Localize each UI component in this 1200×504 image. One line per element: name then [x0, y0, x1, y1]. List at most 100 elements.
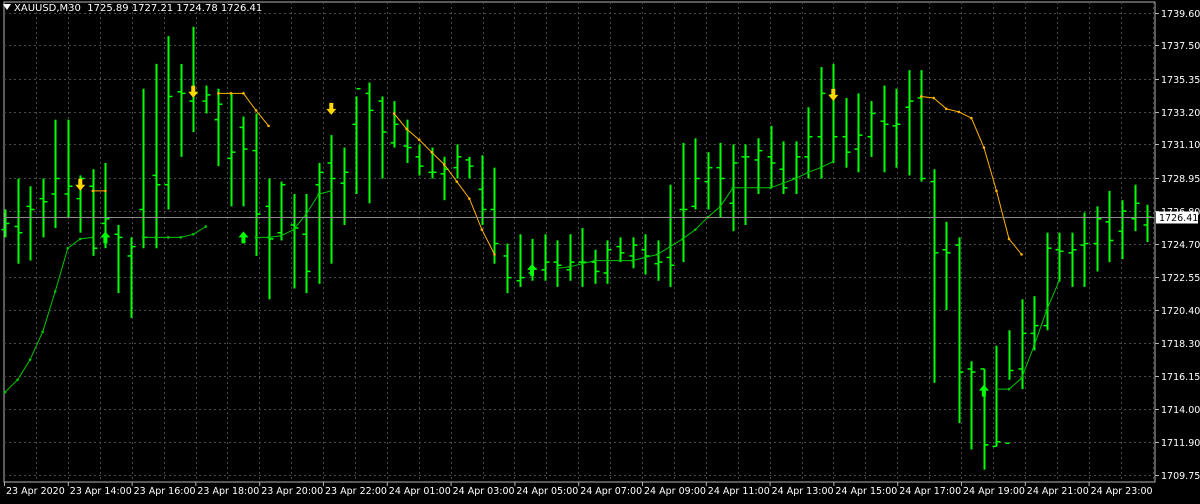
y-tick-label: 1711.90 [1161, 438, 1200, 449]
ohlc-bar[interactable] [465, 156, 474, 179]
trend-line-up-point [3, 390, 7, 394]
ohlc-bar[interactable] [315, 163, 324, 284]
ohlc-bar[interactable] [792, 141, 801, 194]
ohlc-bar[interactable] [666, 184, 675, 287]
ohlc-bar[interactable] [239, 116, 248, 207]
ohlc-bar[interactable] [164, 36, 173, 210]
buy-arrow-icon[interactable] [238, 231, 249, 244]
sell-arrow-icon[interactable] [75, 178, 86, 191]
ohlc-bar[interactable] [691, 138, 700, 210]
ohlc-bar[interactable] [340, 147, 349, 225]
ohlc-bar[interactable] [880, 85, 889, 173]
ohlc-bar[interactable] [390, 101, 399, 148]
price-chart[interactable]: 1739.60 1737.50 1735.35 1733.20 1731.10 1728.… [0, 0, 1200, 500]
ohlc-bar[interactable] [51, 119, 60, 229]
ohlc-bar[interactable] [177, 63, 186, 157]
sell-arrow-icon[interactable] [326, 102, 337, 115]
ohlc-bar[interactable] [704, 152, 713, 210]
trend-line-up-point [179, 236, 182, 239]
ohlc-bar[interactable] [1093, 206, 1102, 272]
trend-line-up-point [606, 259, 609, 262]
ohlc-bar[interactable] [453, 144, 462, 179]
ohlc-bar[interactable] [829, 63, 838, 164]
ohlc-bar[interactable] [654, 240, 663, 281]
ohlc-bar[interactable] [892, 88, 901, 168]
ohlc-bar[interactable] [114, 224, 123, 294]
ohlc-bar[interactable] [1131, 184, 1140, 232]
buy-arrow-icon[interactable] [527, 263, 538, 276]
trend-line-up-point [267, 236, 270, 239]
buy-arrow-icon[interactable] [100, 231, 111, 244]
ohlc-bar[interactable] [64, 119, 73, 218]
ohlc-bar[interactable] [1068, 232, 1077, 287]
menu-triangle-icon[interactable] [3, 4, 11, 10]
ohlc-bar[interactable] [541, 234, 550, 281]
ohlc-bar[interactable] [265, 178, 274, 300]
trend-line-up-point [769, 186, 772, 190]
ohlc-bar[interactable] [967, 361, 976, 450]
trend-line-up-point [191, 232, 195, 236]
ohlc-bar[interactable] [26, 186, 35, 261]
sell-arrow-icon[interactable] [828, 88, 839, 101]
trend-line-down-point [970, 116, 973, 120]
x-tick-label: 24 Apr 09:00 [644, 486, 706, 497]
trend-line-down-point [932, 96, 935, 100]
ohlc-bar[interactable] [578, 228, 587, 287]
ohlc-bar[interactable] [591, 249, 600, 284]
ohlc-bar[interactable] [227, 93, 236, 207]
ohlc-bar[interactable] [1143, 204, 1152, 242]
ohlc-bar[interactable] [955, 237, 964, 424]
trend-line-up-point [806, 171, 810, 174]
ohlc-bar[interactable] [365, 82, 374, 204]
trend-line-up-point [832, 160, 835, 163]
ohlc-bar[interactable] [842, 98, 851, 168]
ohlc-bar[interactable] [817, 67, 826, 179]
ohlc-bar[interactable] [39, 178, 48, 238]
ohlc-bar[interactable] [478, 155, 487, 225]
ohlc-bar[interactable] [754, 138, 763, 194]
ohlc-bar[interactable] [415, 144, 424, 176]
ohlc-bar[interactable] [867, 101, 876, 157]
ohlc-bar[interactable] [905, 70, 914, 176]
ohlc-bar[interactable] [741, 144, 750, 225]
ohlc-bar[interactable] [1030, 296, 1039, 351]
ohlc-bar[interactable] [503, 243, 512, 294]
chart-canvas[interactable]: 1739.60 1737.50 1735.35 1733.20 1731.10 1728.… [0, 0, 1200, 500]
arrow-up-shape [238, 231, 249, 244]
trend-line-up-point [154, 236, 157, 239]
ohlc-bar[interactable] [917, 70, 926, 182]
ohlc-bar[interactable] [378, 96, 387, 179]
buy-arrow-icon[interactable] [978, 384, 989, 397]
ohlc-bar[interactable] [1118, 200, 1127, 260]
ohlc-bar[interactable] [854, 93, 863, 173]
y-tick-label: 1718.30 [1161, 339, 1200, 350]
trend-line-down-point [982, 146, 986, 149]
ohlc-bar[interactable] [1, 209, 10, 238]
ohlc-bar[interactable] [202, 85, 211, 114]
trend-line-up-point [781, 181, 785, 185]
ohlc-bar[interactable] [553, 240, 562, 287]
ohlc-bar[interactable] [942, 221, 951, 311]
trend-line-down-point [392, 112, 396, 115]
y-tick-label: 1735.35 [1161, 75, 1200, 86]
ohlc-bar[interactable] [566, 234, 575, 281]
ohlc-bar[interactable] [980, 368, 989, 470]
ohlc-bar[interactable] [89, 169, 98, 256]
ohlc-bar[interactable] [152, 63, 161, 249]
x-tick-label: 24 Apr 01:00 [389, 486, 451, 497]
ohlc-bar[interactable] [516, 234, 525, 287]
ohlc-bar[interactable] [1055, 232, 1064, 281]
ohlc-bar[interactable] [252, 113, 261, 256]
ohlc-bar[interactable] [992, 345, 1001, 448]
ohlc-bar[interactable] [1080, 212, 1089, 287]
ohlc-bar[interactable] [779, 141, 788, 194]
ohlc-bar[interactable] [616, 237, 625, 263]
ohlc-bar[interactable] [629, 237, 638, 269]
ohlc-bar[interactable] [1105, 190, 1114, 263]
ohlc-bar[interactable] [214, 88, 223, 167]
ohlc-bar[interactable] [14, 178, 23, 264]
ohlc-bar[interactable] [930, 169, 939, 383]
trend-line-down-point [493, 253, 496, 256]
trend-line-up-point [794, 177, 797, 180]
ohlc-bar[interactable] [804, 107, 813, 179]
